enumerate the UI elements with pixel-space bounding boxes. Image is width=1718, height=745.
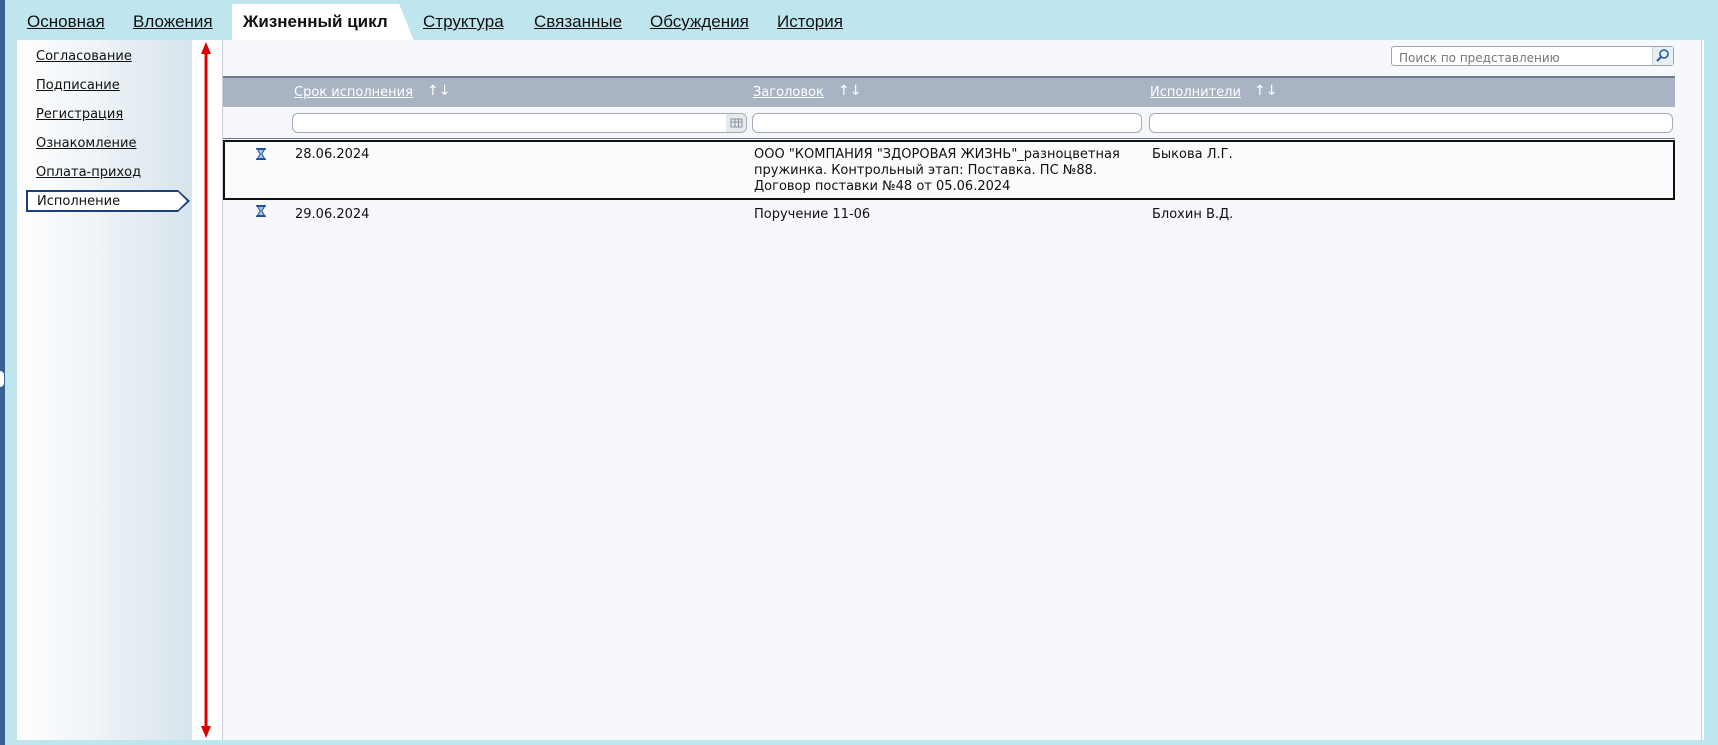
sidebar-item-registration[interactable]: Регистрация <box>36 107 123 122</box>
search-icon[interactable] <box>1652 47 1673 65</box>
sidebar-item-approval[interactable]: Согласование <box>36 49 132 64</box>
due-date-filter-input[interactable] <box>292 113 747 133</box>
column-header-executors[interactable]: Исполнители <box>1150 85 1241 100</box>
tab-discussions[interactable]: Обсуждения <box>650 12 749 32</box>
collapse-handle-icon[interactable] <box>0 371 4 387</box>
sort-executors-icon[interactable]: ↑↓ <box>1254 83 1277 99</box>
red-double-arrow-icon <box>201 42 211 738</box>
due-date-cell: 29.06.2024 <box>295 207 370 222</box>
column-header-title[interactable]: Заголовок <box>753 85 824 100</box>
title-line: ООО "КОМПАНИЯ "ЗДОРОВАЯ ЖИЗНЬ"_разноцвет… <box>754 147 1120 162</box>
tab-main[interactable]: Основная <box>27 12 105 32</box>
sort-title-icon[interactable]: ↑↓ <box>838 83 861 99</box>
tab-bar: Основная Вложения Жизненный цикл Структу… <box>10 0 1718 40</box>
tab-related[interactable]: Связанные <box>534 12 622 32</box>
title-cell: ООО "КОМПАНИЯ "ЗДОРОВАЯ ЖИЗНЬ"_разноцвет… <box>754 147 1120 195</box>
sidebar-item-signing[interactable]: Подписание <box>36 78 120 93</box>
title-cell: Поручение 11-06 <box>754 207 870 223</box>
calendar-icon[interactable] <box>726 114 746 132</box>
title-line: пружинка. Контрольный этап: Поставка. ПС… <box>754 163 1097 178</box>
executors-cell: Быкова Л.Г. <box>1152 147 1233 162</box>
due-date-cell: 28.06.2024 <box>295 147 370 162</box>
tab-history[interactable]: История <box>777 12 843 32</box>
executors-filter-input[interactable] <box>1149 113 1673 133</box>
lifecycle-sidebar: Согласование Подписание Регистрация Озна… <box>17 40 192 740</box>
tab-lifecycle[interactable]: Жизненный цикл <box>232 4 414 40</box>
sidebar-item-payment-income[interactable]: Оплата-приход <box>36 165 141 180</box>
title-line: Поручение 11-06 <box>754 207 871 222</box>
tab-structure[interactable]: Структура <box>423 12 504 32</box>
column-header-due-date[interactable]: Срок исполнения <box>294 85 413 100</box>
sort-due-date-icon[interactable]: ↑↓ <box>427 83 450 99</box>
table-header: Срок исполнения ↑↓ Заголовок ↑↓ Исполнит… <box>223 76 1675 107</box>
title-filter-input[interactable] <box>752 113 1142 133</box>
executors-cell: Блохин В.Д. <box>1152 207 1234 222</box>
hourglass-icon <box>256 205 266 217</box>
tab-attachments[interactable]: Вложения <box>133 12 213 32</box>
search-box <box>1391 46 1674 67</box>
hourglass-icon <box>256 148 266 160</box>
table-row[interactable]: 28.06.2024 ООО "КОМПАНИЯ "ЗДОРОВАЯ ЖИЗНЬ… <box>223 140 1675 200</box>
sidebar-item-execution[interactable]: Исполнение <box>26 190 190 212</box>
table-row[interactable]: 29.06.2024 Поручение 11-06 Блохин В.Д. <box>223 202 1675 228</box>
filter-row <box>223 107 1675 139</box>
search-input[interactable] <box>1397 49 1651 67</box>
title-line: Договор поставки №48 от 05.06.2024 <box>754 179 1011 194</box>
sidebar-item-acquaintance[interactable]: Ознакомление <box>36 136 136 151</box>
